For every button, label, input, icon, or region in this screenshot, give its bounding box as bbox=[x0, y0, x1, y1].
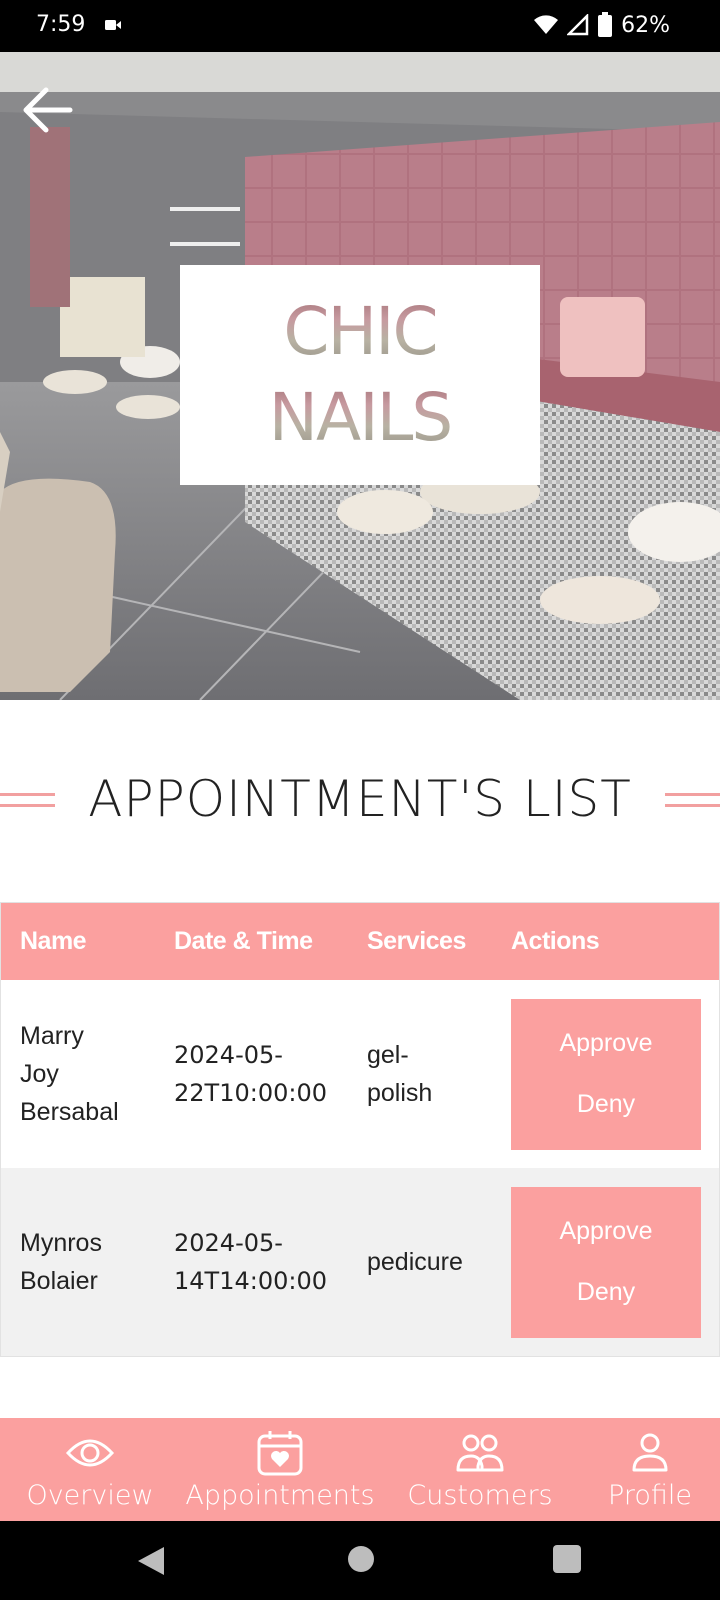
action-panel: Approve Deny bbox=[511, 998, 701, 1150]
title-decoration-right bbox=[665, 793, 720, 807]
cell-name: Marry Joy Bersabal bbox=[1, 1017, 154, 1131]
service-line: polish bbox=[367, 1079, 433, 1107]
date-line: 2024-05- bbox=[174, 1229, 283, 1257]
logo-line-nails: NAILS bbox=[269, 375, 454, 461]
nav-overview[interactable]: Overview bbox=[0, 1418, 180, 1521]
appointments-table: Name Date & Time Services Actions Marry … bbox=[0, 902, 720, 1357]
name-line: Mynros bbox=[20, 1229, 102, 1257]
eye-icon bbox=[65, 1439, 115, 1467]
header-name: Name bbox=[20, 927, 87, 955]
cell-name: Mynros Bolaier bbox=[1, 1224, 154, 1300]
date-line: 14T14:00:00 bbox=[174, 1267, 327, 1295]
table-row: Marry Joy Bersabal 2024-05- 22T10:00:00 … bbox=[1, 980, 719, 1168]
nav-label: Profile bbox=[608, 1480, 692, 1511]
arrow-left-icon[interactable] bbox=[18, 82, 78, 138]
wifi-icon bbox=[534, 15, 559, 34]
header-date-time: Date & Time bbox=[174, 927, 313, 955]
cell-signal-icon bbox=[567, 14, 589, 36]
users-icon bbox=[456, 1434, 504, 1472]
header-actions: Actions bbox=[511, 927, 600, 955]
section-header: APPOINTMENT'S LIST bbox=[0, 770, 720, 830]
cell-services: pedicure bbox=[346, 1243, 489, 1281]
status-bar: 7:59 62% bbox=[0, 0, 720, 52]
logo-line-chic: CHIC bbox=[283, 289, 438, 375]
cell-date-time: 2024-05- 14T14:00:00 bbox=[154, 1224, 346, 1300]
page-title: APPOINTMENT'S LIST bbox=[88, 770, 632, 828]
table-row: Mynros Bolaier 2024-05- 14T14:00:00 pedi… bbox=[1, 1168, 719, 1356]
battery-percent: 62% bbox=[621, 12, 670, 38]
battery-icon bbox=[598, 12, 613, 37]
cell-actions: Approve Deny bbox=[489, 998, 719, 1150]
cell-date-time: 2024-05- 22T10:00:00 bbox=[154, 1036, 346, 1112]
date-line: 2024-05- bbox=[174, 1041, 283, 1069]
header-services: Services bbox=[367, 927, 466, 955]
user-icon bbox=[632, 1433, 668, 1472]
deny-button[interactable]: Deny bbox=[577, 1278, 635, 1307]
date-line: 22T10:00:00 bbox=[174, 1079, 327, 1107]
calendar-heart-icon bbox=[257, 1431, 303, 1476]
nav-label: Customers bbox=[407, 1480, 553, 1511]
nav-profile[interactable]: Profile bbox=[580, 1418, 720, 1521]
nav-label: Appointments bbox=[185, 1480, 375, 1511]
nav-customers[interactable]: Customers bbox=[380, 1418, 580, 1521]
name-line: Bersabal bbox=[20, 1098, 119, 1126]
brand-logo: CHIC NAILS bbox=[180, 265, 540, 485]
system-nav-bar bbox=[0, 1521, 720, 1600]
nav-label: Overview bbox=[26, 1480, 154, 1511]
approve-button[interactable]: Approve bbox=[559, 1029, 652, 1058]
system-back-icon[interactable] bbox=[136, 1545, 166, 1577]
cell-services: gel- polish bbox=[346, 1036, 489, 1112]
table-header: Name Date & Time Services Actions bbox=[1, 903, 719, 980]
approve-button[interactable]: Approve bbox=[559, 1217, 652, 1246]
system-home-icon[interactable] bbox=[347, 1545, 375, 1573]
cell-actions: Approve Deny bbox=[489, 1186, 719, 1338]
nav-appointments[interactable]: Appointments bbox=[180, 1418, 380, 1521]
name-line: Marry bbox=[20, 1022, 84, 1050]
deny-button[interactable]: Deny bbox=[577, 1090, 635, 1119]
bottom-nav: Overview Appointments Customers Profile bbox=[0, 1418, 720, 1521]
hero-banner: CHIC NAILS bbox=[0, 52, 720, 700]
name-line: Bolaier bbox=[20, 1267, 98, 1295]
service-line: pedicure bbox=[367, 1248, 463, 1276]
system-recents-icon[interactable] bbox=[553, 1545, 581, 1573]
action-panel: Approve Deny bbox=[511, 1186, 701, 1338]
status-time: 7:59 bbox=[36, 12, 86, 37]
name-line: Joy bbox=[20, 1060, 59, 1088]
service-line: gel- bbox=[367, 1041, 409, 1069]
video-record-icon bbox=[105, 20, 121, 30]
